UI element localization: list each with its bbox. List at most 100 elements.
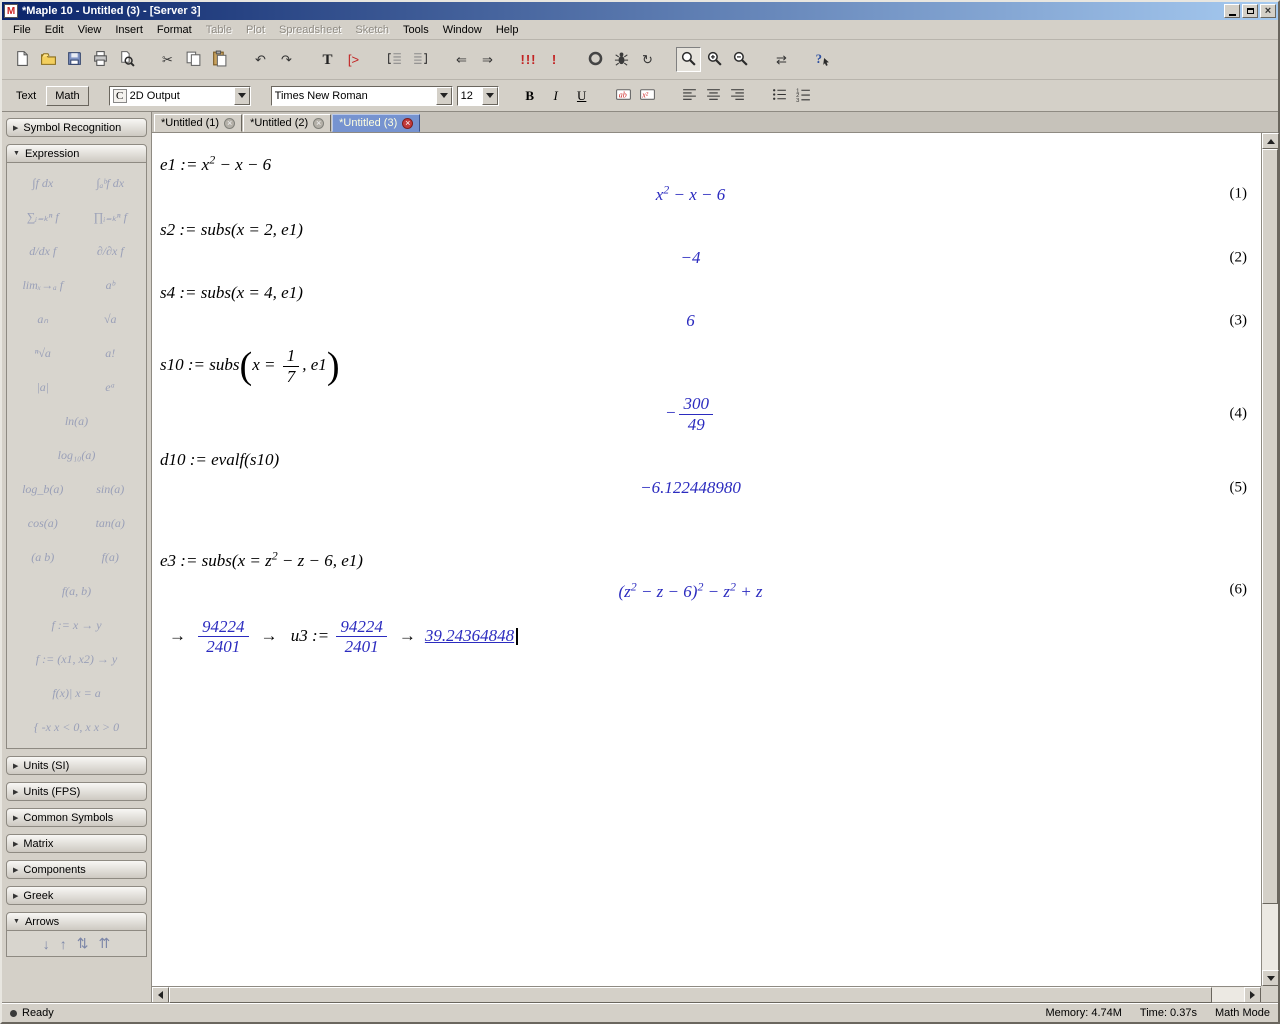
expression-item[interactable]: ∏ᵢ₌ₖⁿ f [77,201,145,234]
palette-header-greek[interactable]: ▶Greek [6,886,147,905]
input-line[interactable]: s2 := subs(x = 2, e1) [152,220,1261,240]
expression-item[interactable]: ∫f dx [9,167,77,200]
back-button[interactable]: ⇐ [449,47,474,72]
output-line[interactable]: (z2 − z − 6)2 − z2 + z(6) [152,579,1261,602]
scroll-left-button[interactable] [152,987,169,1003]
expression-item[interactable]: f(a, b) [9,575,144,608]
expression-item[interactable]: f := (x1, x2) → y [9,643,144,676]
arrow-item[interactable]: ↓ [43,935,50,952]
horizontal-scroll-thumb[interactable] [169,987,1212,1003]
math-entry-button[interactable]: x² [637,85,659,107]
arrow-item[interactable]: ↑ [60,935,67,952]
print-preview-button[interactable] [114,47,139,72]
bullet-list-button[interactable] [769,85,791,107]
input-line[interactable]: s4 := subs(x = 4, e1) [152,283,1261,303]
tab-untitled-3[interactable]: *Untitled (3)× [332,114,420,132]
menu-help[interactable]: Help [489,22,526,38]
text-entry-button[interactable]: ab [613,85,635,107]
arrow-item[interactable]: ⇅ [77,935,89,952]
save-button[interactable] [62,47,87,72]
output-line[interactable]: −30049(4) [152,394,1261,434]
vertical-scroll-thumb[interactable] [1262,149,1278,904]
math-mode-button[interactable]: Math [46,86,88,106]
tab-close-icon[interactable]: × [402,118,413,129]
open-button[interactable] [36,47,61,72]
expression-item[interactable]: aₙ [9,303,77,336]
underline-button[interactable]: U [571,85,593,107]
menu-tools[interactable]: Tools [396,22,436,38]
context-help-button[interactable]: ? [810,47,835,72]
paste-button[interactable] [207,47,232,72]
output-line[interactable]: −6.122448980(5) [152,478,1261,498]
expression-item[interactable]: ∂/∂x f [77,235,145,268]
palette-header-arrows[interactable]: ▼Arrows [6,912,147,931]
execute-selection-button[interactable]: ! [542,47,567,72]
expression-item[interactable]: √a [77,303,145,336]
horizontal-scroll-track[interactable] [169,987,1244,1003]
palette-header-components[interactable]: ▶Components [6,860,147,879]
palette-header-matrix[interactable]: ▶Matrix [6,834,147,853]
worksheet[interactable]: e1 := x2 − x − 6x2 − x − 6(1)s2 := subs(… [152,133,1261,986]
menu-format[interactable]: Format [150,22,199,38]
vertical-scroll-track[interactable] [1262,149,1278,970]
execute-all-button[interactable]: !!! [516,47,541,72]
align-center-button[interactable] [703,85,725,107]
expression-item[interactable]: limₓ→ₐ f [9,269,77,302]
menu-window[interactable]: Window [436,22,489,38]
menu-edit[interactable]: Edit [38,22,71,38]
palette-header-expression[interactable]: ▼Expression [6,144,147,163]
insert-maple-input-button[interactable]: [> [341,47,366,72]
expression-item[interactable]: ∑ᵢ₌ₖⁿ f [9,201,77,234]
tab-untitled-1[interactable]: *Untitled (1)× [154,114,242,132]
expression-item[interactable]: d/dx f [9,235,77,268]
menu-table[interactable]: Table [199,22,239,38]
close-button[interactable]: × [1260,4,1276,18]
new-document-button[interactable] [10,47,35,72]
numbered-list-button[interactable]: 123 [793,85,815,107]
enclose-section-button[interactable] [382,47,407,72]
restore-button[interactable] [1242,4,1258,18]
expression-item[interactable]: |a| [9,371,77,404]
input-line[interactable]: e3 := subs(x = z2 − z − 6, e1) [152,549,1261,572]
output-line[interactable]: −4(2) [152,248,1261,268]
menu-spreadsheet[interactable]: Spreadsheet [272,22,348,38]
minimize-button[interactable] [1224,4,1240,18]
expression-item[interactable]: ∫ₐᵇf dx [77,167,145,200]
input-line[interactable]: s10 := subs(x = 17, e1) [152,346,1261,386]
expression-item[interactable]: f(a) [77,541,145,574]
align-right-button[interactable] [727,85,749,107]
bold-button[interactable]: B [519,85,541,107]
undo-button[interactable]: ↶ [248,47,273,72]
menu-file[interactable]: File [6,22,38,38]
expression-item[interactable]: f(x)| x = a [9,677,144,710]
italic-button[interactable]: I [545,85,567,107]
expression-item[interactable]: ⁿ√a [9,337,77,370]
arrow-item[interactable]: ⇈ [99,935,111,952]
expression-item[interactable]: eᵃ [77,371,145,404]
redo-button[interactable]: ↷ [274,47,299,72]
tab-close-icon[interactable]: × [224,118,235,129]
size-dropdown-arrow[interactable] [482,87,498,105]
align-left-button[interactable] [679,85,701,107]
restart-button[interactable]: ↻ [635,47,660,72]
palette-header-symbol-recognition[interactable]: ▶Symbol Recognition [6,118,147,137]
zoom-100-button[interactable] [676,47,701,72]
interrupt-button[interactable] [583,47,608,72]
tab-untitled-2[interactable]: *Untitled (2)× [243,114,331,132]
input-line[interactable]: e1 := x2 − x − 6 [152,152,1261,175]
menu-sketch[interactable]: Sketch [348,22,396,38]
toggle-size-button[interactable]: ⇄ [769,47,794,72]
expression-item[interactable]: log_b(a) [9,473,77,506]
font-dropdown-arrow[interactable] [436,87,452,105]
expression-item[interactable]: cos(a) [9,507,77,540]
menu-view[interactable]: View [71,22,109,38]
expression-item[interactable]: f := x → y [9,609,144,642]
zoom-in-button[interactable] [702,47,727,72]
expression-item[interactable]: ln(a) [9,405,144,438]
expression-item[interactable]: (a b) [9,541,77,574]
vertical-scrollbar[interactable] [1261,133,1278,986]
expression-item[interactable]: log₁₀(a) [9,439,144,472]
palette-header-units-fps[interactable]: ▶Units (FPS) [6,782,147,801]
zoom-out-button[interactable] [728,47,753,72]
expression-item[interactable]: a! [77,337,145,370]
